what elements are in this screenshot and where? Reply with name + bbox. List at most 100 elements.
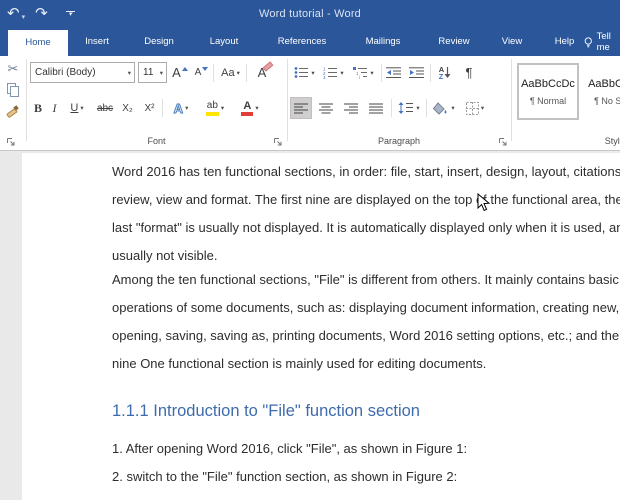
borders-button[interactable]: ▾: [461, 97, 489, 119]
ribbon: ✂ Calibri (Body) ▾ 11 ▾ A A Aa ▾ A B I U…: [0, 56, 620, 151]
grow-font-arrow-icon: [181, 66, 188, 71]
font-size-dropdown-icon: ▾: [159, 69, 163, 77]
font-color-bar: [241, 111, 254, 116]
window-title: Word tutorial - Word: [258, 8, 361, 20]
text-effects-button[interactable]: A ▾: [167, 97, 195, 119]
font-group-label: Font: [147, 136, 166, 146]
underline-dropdown-icon: ▾: [80, 105, 84, 112]
body-text-line: last "format" is usually not displayed. …: [112, 220, 620, 235]
style-normal[interactable]: AaBbCcDc ¶ Normal: [517, 63, 579, 120]
tab-tell-me[interactable]: Tell me: [584, 28, 620, 56]
copy-icon: [7, 83, 19, 97]
show-hide-pilcrow-button[interactable]: ¶: [460, 62, 478, 83]
highlight-dropdown-icon: ▾: [220, 105, 225, 112]
highlight-color-button[interactable]: ab ▾: [199, 97, 231, 119]
body-text-line: review, view and format. The first nine …: [112, 192, 620, 207]
style-no-spacing-preview: AaBbCcDc: [588, 77, 620, 90]
tab-layout[interactable]: Layout: [204, 28, 244, 56]
decrease-indent-button[interactable]: [384, 62, 404, 83]
grow-font-button[interactable]: A: [170, 62, 190, 83]
bullets-button[interactable]: ▾: [291, 62, 318, 83]
line-spacing-dropdown-icon: ▾: [416, 105, 420, 112]
multilevel-list-icon: 1i: [353, 67, 368, 79]
increase-indent-button[interactable]: [407, 62, 427, 83]
bullets-icon: [294, 67, 309, 78]
ribbon-tab-row: Home Insert Design Layout References Mai…: [0, 28, 620, 56]
body-text-line: Among the ten functional sections, "File…: [112, 272, 619, 287]
line-spacing-icon: [398, 102, 414, 114]
font-size-combo[interactable]: 11 ▾: [138, 62, 167, 83]
strikethrough-button[interactable]: abc: [93, 97, 117, 119]
format-painter-button[interactable]: [3, 102, 21, 120]
change-case-button[interactable]: Aa ▾: [217, 62, 244, 83]
tab-design[interactable]: Design: [139, 28, 179, 56]
multilevel-dropdown-icon: ▾: [370, 69, 374, 77]
tab-view[interactable]: View: [498, 28, 526, 56]
highlight-color-bar: [205, 111, 219, 116]
tab-insert[interactable]: Insert: [80, 28, 114, 56]
tab-mailings[interactable]: Mailings: [359, 28, 407, 56]
superscript-button[interactable]: X²: [139, 97, 160, 119]
change-case-dropdown-icon: ▾: [236, 69, 240, 77]
clear-formatting-button[interactable]: A: [250, 61, 274, 83]
increase-indent-icon: [409, 66, 424, 78]
style-normal-name: ¶ Normal: [529, 95, 567, 106]
numbering-icon: 123: [323, 67, 338, 79]
style-no-spacing[interactable]: AaBbCcDc ¶ No Spac: [584, 63, 620, 120]
paragraph-dialog-launcher[interactable]: [498, 137, 508, 147]
align-left-button[interactable]: [290, 97, 312, 119]
list-item: 1. After opening Word 2016, click "File"…: [112, 441, 468, 456]
underline-button[interactable]: U ▾: [64, 97, 90, 119]
cut-button[interactable]: ✂: [4, 60, 22, 78]
lightbulb-icon: [584, 36, 592, 47]
body-text-line: usually not visible.: [112, 248, 218, 263]
align-right-icon: [344, 103, 358, 113]
paragraph-group-label: Paragraph: [377, 136, 421, 146]
shading-dropdown-icon: ▾: [451, 105, 455, 112]
title-bar: ↶ ▾ ↷ ▾ Word tutorial - Word: [0, 0, 620, 28]
svg-text:i: i: [359, 75, 360, 79]
justify-button[interactable]: [365, 97, 387, 119]
clipboard-dialog-launcher[interactable]: [6, 137, 16, 147]
borders-icon: [465, 101, 479, 115]
align-center-icon: [319, 103, 333, 113]
font-color-dropdown-icon: ▾: [255, 105, 259, 112]
copy-button[interactable]: [5, 82, 21, 98]
align-left-icon: [294, 103, 308, 113]
numbering-button[interactable]: 123 ▾: [320, 62, 347, 83]
bullets-dropdown-icon: ▾: [311, 69, 315, 77]
font-name-combo[interactable]: Calibri (Body) ▾: [30, 62, 135, 83]
eraser-icon: [262, 61, 274, 72]
decrease-indent-icon: [386, 66, 401, 78]
italic-button[interactable]: I: [48, 97, 61, 119]
tell-me-label: Tell me: [596, 31, 611, 53]
numbering-dropdown-icon: ▾: [340, 69, 344, 77]
font-name-dropdown-icon: ▾: [127, 69, 131, 77]
bold-button[interactable]: B: [30, 97, 46, 119]
align-center-button[interactable]: [315, 97, 337, 119]
font-size-value: 11: [143, 67, 154, 78]
mouse-cursor-icon: [477, 193, 490, 212]
line-spacing-button[interactable]: ▾: [395, 97, 423, 119]
align-right-button[interactable]: [340, 97, 362, 119]
shrink-font-button[interactable]: A: [192, 62, 211, 83]
multilevel-list-button[interactable]: 1i ▾: [349, 62, 378, 83]
font-name-value: Calibri (Body): [35, 67, 96, 78]
tab-review[interactable]: Review: [433, 28, 475, 56]
shading-button[interactable]: ▾: [430, 97, 458, 119]
paint-bucket-icon: [433, 101, 447, 115]
shrink-font-arrow-icon: [202, 66, 209, 71]
tab-references[interactable]: References: [271, 28, 333, 56]
subscript-button[interactable]: X₂: [117, 97, 138, 119]
section-heading: 1.1.1 Introduction to "File" function se…: [112, 402, 420, 420]
body-text-line: Word 2016 has ten functional sections, i…: [112, 164, 620, 179]
font-dialog-launcher[interactable]: [273, 137, 283, 147]
sort-button[interactable]: A Z: [433, 62, 457, 83]
tab-home[interactable]: Home: [8, 30, 68, 56]
style-no-spacing-name: ¶ No Spac: [594, 95, 620, 106]
font-color-button[interactable]: A ▾: [235, 97, 265, 119]
svg-text:3: 3: [323, 75, 326, 79]
tab-help[interactable]: Help: [551, 28, 578, 56]
justify-icon: [369, 103, 383, 113]
body-text-line: opening, saving, saving as, printing doc…: [112, 328, 620, 343]
